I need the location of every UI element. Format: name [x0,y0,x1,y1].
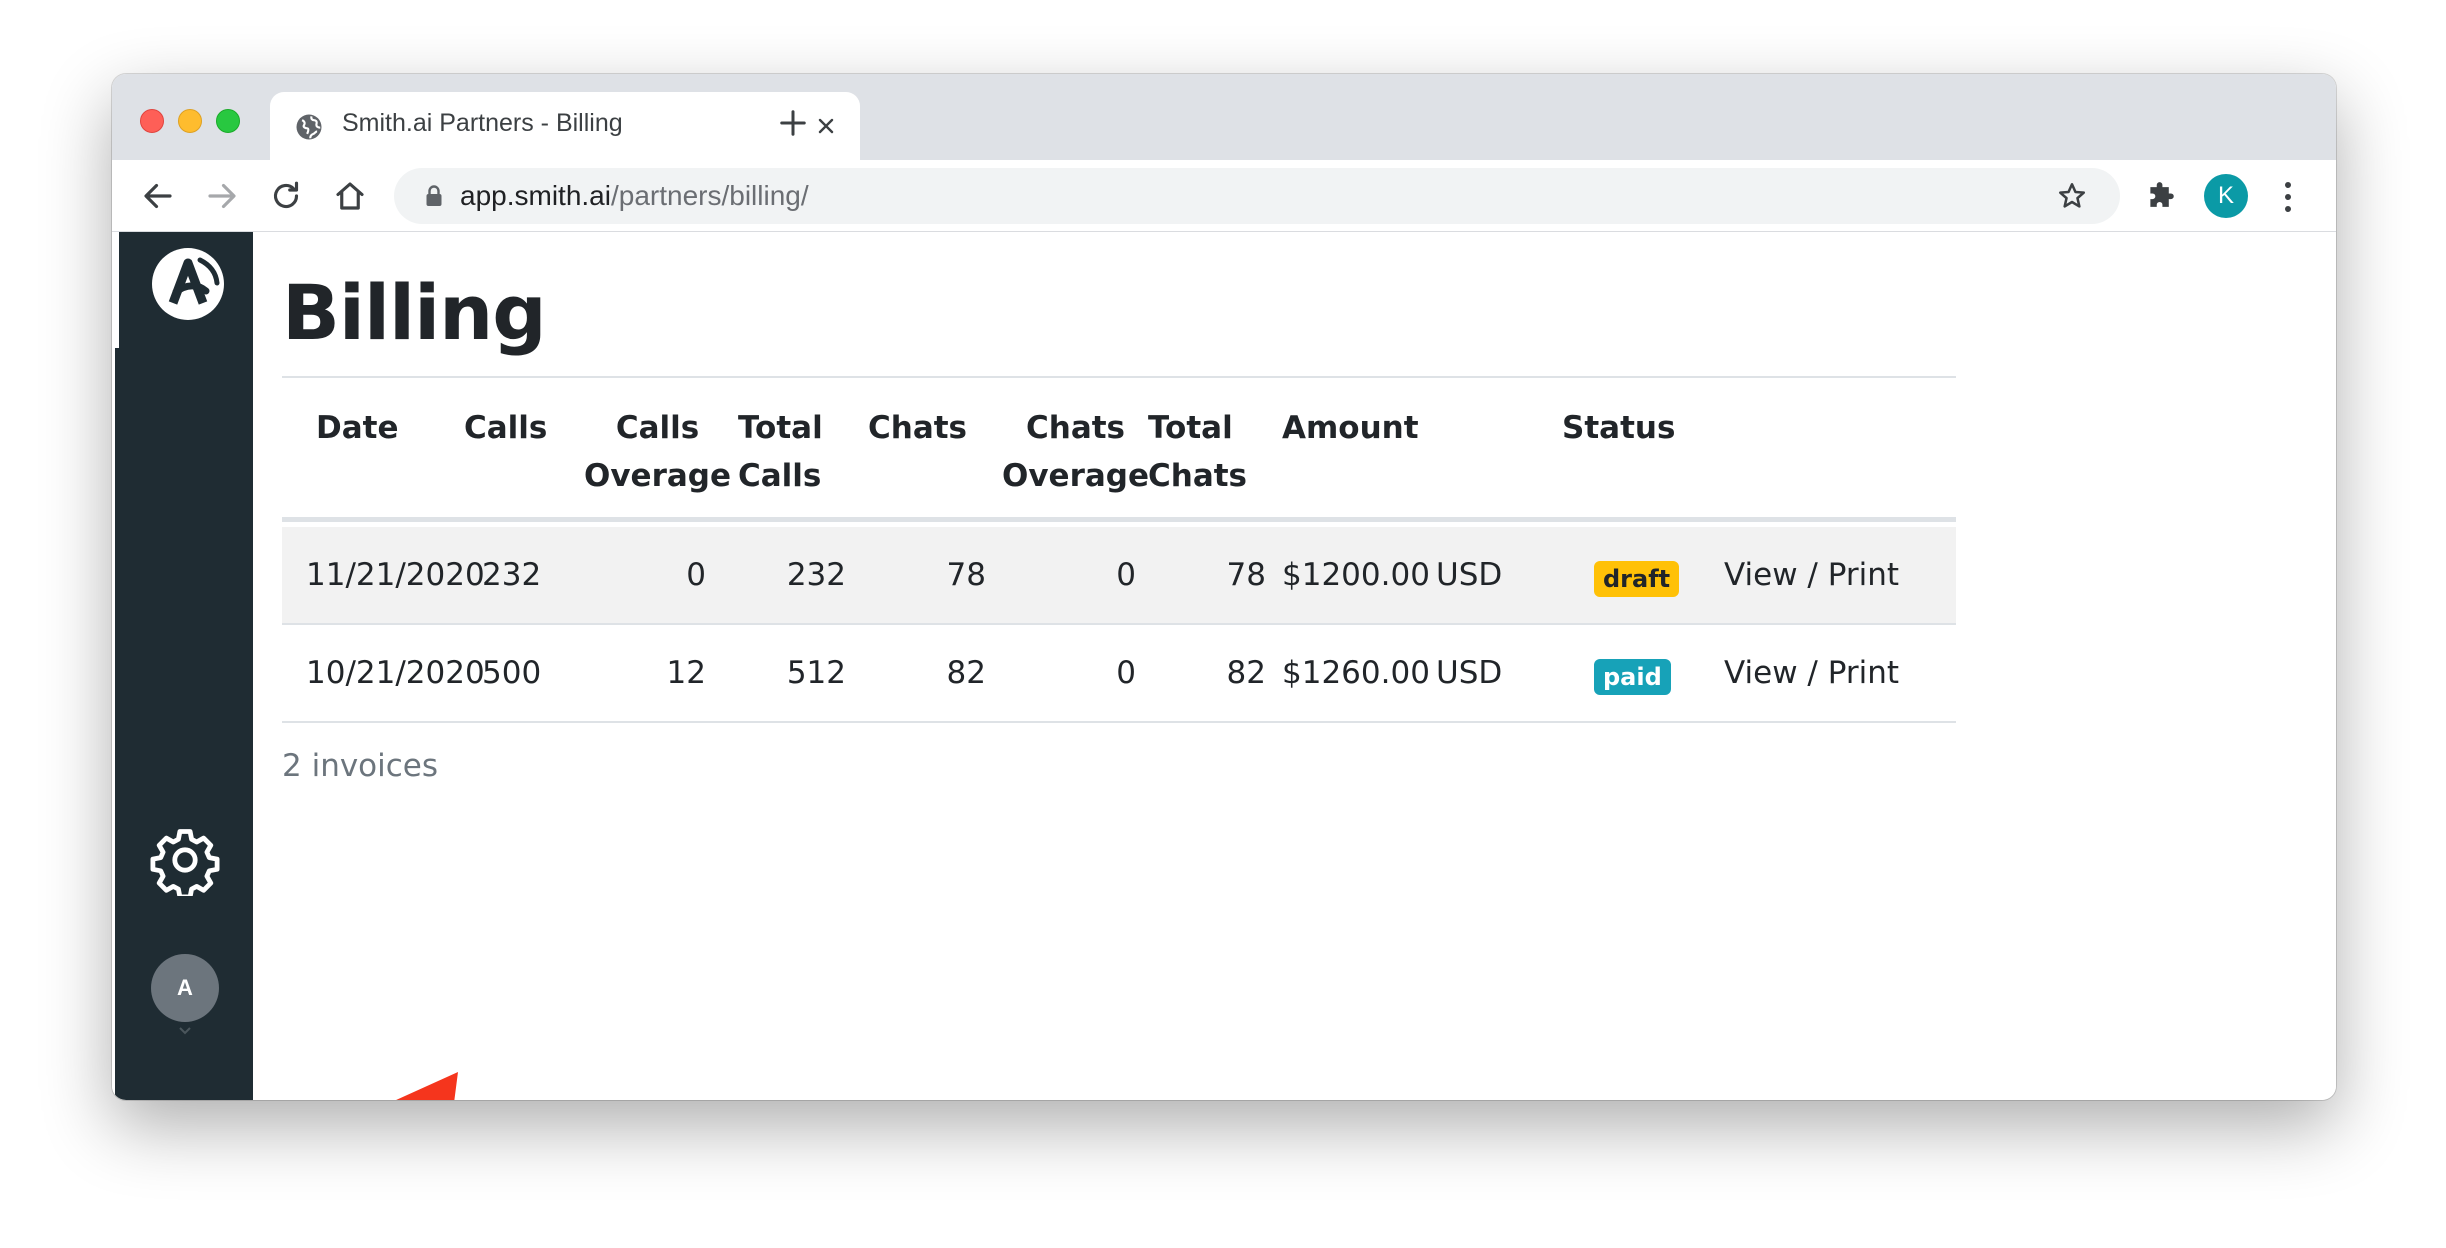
close-window-button[interactable] [140,109,164,133]
minimize-window-button[interactable] [178,109,202,133]
new-tab-button[interactable] [778,108,808,138]
chevron-down-icon[interactable] [179,1027,191,1035]
gear-icon[interactable] [149,824,221,896]
cell-currency: USD [1436,655,1503,691]
cell-calls-overage: 12 [666,655,706,691]
close-tab-icon[interactable] [814,114,838,138]
table-header: Date Calls Calls Overage Total Calls Cha… [282,378,1956,522]
billing-content: Billing Date Calls Calls Overage Total C… [282,232,2082,1100]
header-amount: Amount [1282,410,1419,446]
status-badge: paid [1594,659,1671,695]
url-path: /partners/billing/ [610,180,809,211]
browser-toolbar: app.smith.ai/partners/billing/ K [112,160,2336,232]
table-row: 11/21/2020 232 0 232 78 0 78 $1200.00 US… [282,527,1956,625]
header-chats: Chats [868,410,968,446]
header-date: Date [316,410,399,446]
cell-date: 10/21/2020 [306,655,485,691]
app-sidebar: A [115,232,253,1100]
cell-chats: 78 [946,557,986,593]
cell-calls: 500 [482,655,542,691]
header-total-calls: Total Calls [738,410,823,494]
header-total-chats: Total Chats [1148,410,1248,494]
forward-button[interactable] [204,178,240,214]
header-calls: Calls [464,410,548,446]
browser-window: Smith.ai Partners - Billing app.smith.ai… [112,74,2336,1100]
view-print-link[interactable]: View / Print [1724,653,1899,693]
header-status: Status [1562,410,1676,446]
header-chats-overage: Chats Overage [1002,410,1150,494]
cell-currency: USD [1436,557,1503,593]
table-row: 10/21/2020 500 12 512 82 0 82 $1260.00 U… [282,625,1956,723]
bookmark-star-icon[interactable] [2056,180,2088,212]
cell-date: 11/21/2020 [306,557,485,593]
browser-profile-avatar[interactable]: K [2204,174,2248,218]
globe-icon [294,112,324,142]
tab-billing[interactable]: Smith.ai Partners - Billing [270,92,860,160]
cell-total-calls: 232 [786,557,846,593]
cell-chats-overage: 0 [1116,655,1136,691]
tab-strip: Smith.ai Partners - Billing [112,74,2336,160]
cell-calls: 232 [482,557,542,593]
cell-chats-overage: 0 [1116,557,1136,593]
browser-menu-icon[interactable] [2282,180,2294,214]
address-bar[interactable]: app.smith.ai/partners/billing/ [394,168,2120,224]
extensions-puzzle-icon[interactable] [2144,180,2178,214]
url-host: app.smith.ai [460,180,611,211]
cell-total-chats: 82 [1226,655,1266,691]
cell-amount: $1200.00 [1282,557,1430,593]
smith-ai-logo[interactable] [152,248,224,320]
header-calls-overage: Calls Overage [584,410,732,494]
cell-total-calls: 512 [786,655,846,691]
reload-button[interactable] [268,178,304,214]
cell-total-chats: 78 [1226,557,1266,593]
page-viewport: A Billing Date Calls Calls Overage Total… [112,232,2336,1100]
sidebar-active-indicator [115,232,119,348]
view-print-link[interactable]: View / Print [1724,555,1899,595]
page-title: Billing [282,268,547,357]
annotation-arrow-icon [370,1070,726,1100]
user-avatar[interactable]: A [151,954,219,1022]
cell-amount: $1260.00 [1282,655,1430,691]
cell-calls-overage: 0 [686,557,706,593]
zoom-window-button[interactable] [216,109,240,133]
invoice-count: 2 invoices [282,748,439,784]
status-badge: draft [1594,561,1680,597]
url-text[interactable]: app.smith.ai/partners/billing/ [460,180,809,212]
cell-chats: 82 [946,655,986,691]
lock-icon[interactable] [424,184,444,208]
tab-title: Smith.ai Partners - Billing [342,109,623,137]
back-button[interactable] [140,178,176,214]
home-button[interactable] [332,178,368,214]
